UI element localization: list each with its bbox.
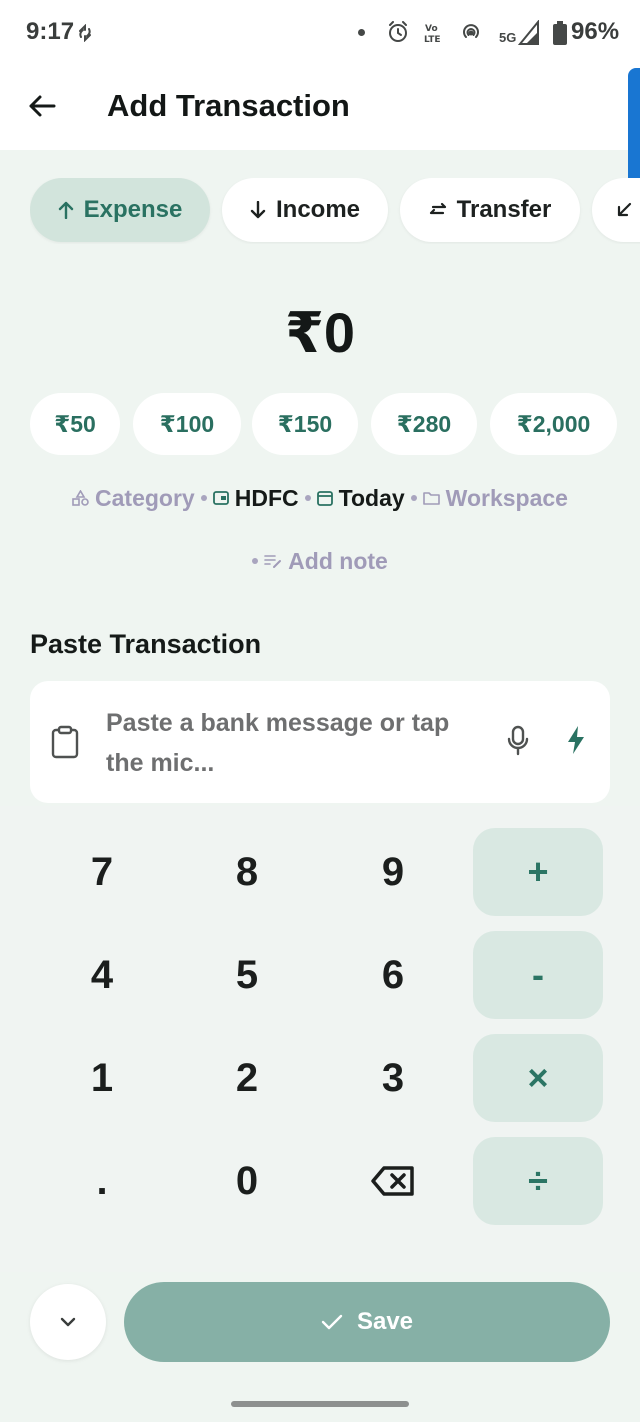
battery-percent: 96% [571,18,620,45]
key-divide[interactable]: ÷ [473,1137,603,1225]
tab-income[interactable]: Income [222,178,388,242]
arrow-down-icon [250,201,266,219]
home-indicator[interactable] [231,1401,409,1407]
key-decimal[interactable]: . [37,1137,167,1225]
arrow-down-left-icon [617,202,632,217]
swap-icon [429,202,446,215]
account-label: HDFC [234,484,299,511]
folder-icon [422,492,440,505]
key-1[interactable]: 1 [37,1034,167,1122]
paste-message-input[interactable] [106,703,486,783]
category-label: Category [95,484,195,511]
mic-button[interactable] [506,725,530,762]
key-3[interactable]: 3 [328,1034,458,1122]
svg-text:LTE: LTE [424,35,441,44]
transaction-type-tabs: Expense Income Transfer [30,178,640,244]
key-4[interactable]: 4 [37,931,167,1019]
hotspot-icon [463,24,479,38]
lightning-icon [568,726,584,754]
key-6[interactable]: 6 [328,931,458,1019]
meta-separator [410,495,417,501]
key-multiply[interactable]: × [473,1034,603,1122]
back-button[interactable] [20,84,64,128]
backspace-icon [371,1166,414,1196]
svg-text:Vo: Vo [425,24,438,34]
arrow-up-icon [58,201,73,219]
quick-amount-2000[interactable]: ₹2,000 [490,393,617,455]
arrow-left-icon [29,95,56,117]
key-7[interactable]: 7 [37,828,167,916]
key-2[interactable]: 2 [182,1034,312,1122]
microphone-icon [507,725,529,756]
date-label: Today [338,484,405,511]
quick-amount-50[interactable]: ₹50 [30,393,120,455]
paste-section-title: Paste Transaction [30,629,262,659]
add-note-label: Add note [288,547,388,574]
sync-icon [79,24,91,42]
tab-income-label: Income [275,196,361,223]
account-selector[interactable]: HDFC [212,484,299,512]
add-note-row[interactable]: Add note [0,543,640,579]
key-minus[interactable]: - [473,931,603,1019]
tab-transfer[interactable]: Transfer [400,178,580,242]
checkmark-icon [321,1314,343,1330]
collapse-keypad-button[interactable] [30,1284,106,1360]
quick-amount-150[interactable]: ₹150 [252,393,358,455]
quick-amount-100[interactable]: ₹100 [133,393,241,455]
key-0[interactable]: 0 [182,1137,312,1225]
key-plus[interactable]: + [473,828,603,916]
meta-separator [304,495,311,501]
key-8[interactable]: 8 [182,828,312,916]
quick-amount-280[interactable]: ₹280 [371,393,477,455]
status-time: 9:17 [26,18,75,45]
page-title: Add Transaction [107,88,350,123]
auto-parse-button[interactable] [566,725,586,760]
status-bar: 9:17 Vo LTE 5G 96% [0,0,640,66]
signal-icon [518,20,539,45]
workspace-selector[interactable]: Workspace [422,484,568,512]
save-label: Save [356,1308,414,1335]
category-selector[interactable]: Category [72,485,195,512]
volte-icon: Vo LTE [424,24,441,44]
network-type: 5G [499,30,517,45]
chevron-down-icon [60,1317,76,1327]
battery-icon [553,21,567,45]
calendar-icon [316,491,333,506]
quick-amount-chips: ₹50 ₹100 ₹150 ₹280 ₹2,000 [30,393,640,455]
app-header: Add Transaction [0,66,640,150]
shapes-icon [72,490,89,506]
paste-transaction-card [30,681,610,803]
tab-expense-label: Expense [83,196,183,223]
workspace-label: Workspace [445,484,568,511]
note-edit-icon [264,555,282,568]
key-5[interactable]: 5 [182,931,312,1019]
transaction-meta-row: Category HDFC Today Workspace [0,480,640,516]
notification-dot [358,29,365,36]
alarm-icon [389,21,407,42]
tab-transfer-label: Transfer [456,196,552,223]
amount-display: ₹0 [284,301,356,364]
save-button[interactable]: Save [124,1282,610,1362]
wallet-icon [212,491,229,505]
tab-more[interactable] [592,178,640,242]
key-9[interactable]: 9 [328,828,458,916]
number-keypad: 7 8 9 + 4 5 6 - 1 2 3 × . 0 ÷ [0,806,640,1272]
date-selector[interactable]: Today [316,484,405,512]
clipboard-icon [51,725,79,759]
meta-separator [200,495,207,501]
key-backspace[interactable] [328,1137,458,1225]
meta-separator [252,558,259,564]
tab-expense[interactable]: Expense [30,178,210,242]
